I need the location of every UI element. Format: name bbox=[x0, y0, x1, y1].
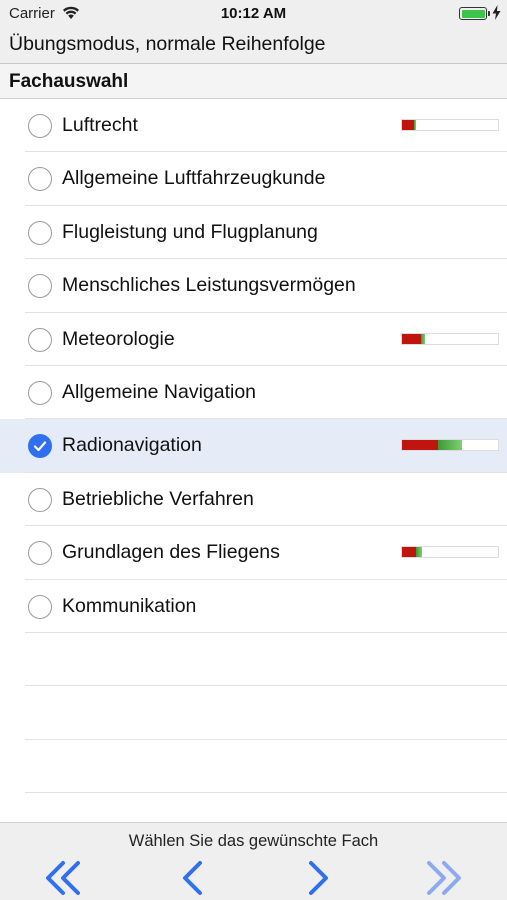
progress-bar bbox=[401, 546, 499, 559]
subject-list: Luftrecht Allgemeine Luftfahrzeugkunde Flu… bbox=[0, 99, 507, 794]
progress-bar bbox=[401, 119, 499, 131]
progress-bar bbox=[401, 439, 499, 452]
radio-checked-icon[interactable] bbox=[28, 434, 52, 459]
chevron-left-icon bbox=[183, 861, 202, 895]
subject-label: Kommunikation bbox=[62, 594, 197, 617]
radio-unchecked-icon[interactable] bbox=[28, 274, 52, 299]
progress-correct-segment bbox=[421, 333, 426, 344]
battery-cap bbox=[488, 11, 490, 16]
progress-wrong-segment bbox=[402, 333, 422, 344]
progress-correct-segment bbox=[438, 440, 463, 451]
subject-label: Betriebliche Verfahren bbox=[62, 487, 254, 510]
subject-row[interactable]: Luftrecht bbox=[0, 99, 507, 153]
section-title: Fachauswahl bbox=[9, 71, 129, 92]
chevron-right-icon bbox=[309, 861, 328, 895]
mode-header: Übungsmodus, normale Reihenfolge bbox=[0, 28, 507, 64]
subject-label: Flugleistung und Flugplanung bbox=[62, 220, 318, 243]
subject-row[interactable]: Allgemeine Navigation bbox=[0, 365, 507, 420]
previous-button[interactable] bbox=[172, 859, 216, 897]
next-button[interactable] bbox=[297, 859, 341, 897]
subject-label: Menschliches Leistungsvermögen bbox=[62, 274, 356, 297]
progress-wrong-segment bbox=[402, 440, 439, 451]
subject-row[interactable]: Betriebliche Verfahren bbox=[0, 472, 507, 527]
hint-text: Wählen Sie das gewünschte Fach bbox=[128, 832, 379, 850]
mode-title: Übungsmodus, normale Reihenfolge bbox=[9, 33, 326, 55]
subject-label: Allgemeine Luftfahrzeugkunde bbox=[62, 167, 326, 190]
radio-unchecked-icon[interactable] bbox=[28, 114, 52, 138]
radio-unchecked-icon[interactable] bbox=[28, 380, 52, 405]
radio-unchecked-icon[interactable] bbox=[28, 327, 52, 352]
subject-row[interactable]: Allgemeine Luftfahrzeugkunde bbox=[0, 152, 507, 207]
radio-unchecked-icon[interactable] bbox=[28, 541, 52, 566]
progress-correct-segment bbox=[413, 120, 417, 130]
empty-row bbox=[0, 686, 507, 741]
subject-row[interactable]: Kommunikation bbox=[0, 579, 507, 634]
bottom-toolbar: Wählen Sie das gewünschte Fach bbox=[0, 822, 507, 900]
subject-row[interactable]: Flugleistung und Flugplanung bbox=[0, 205, 507, 260]
progress-correct-segment bbox=[416, 547, 423, 558]
charging-bolt-icon bbox=[492, 5, 501, 25]
progress-wrong-segment bbox=[402, 120, 414, 130]
double-chevron-left-icon bbox=[46, 861, 80, 895]
empty-row bbox=[0, 740, 507, 794]
progress-wrong-segment bbox=[402, 547, 417, 558]
radio-unchecked-icon[interactable] bbox=[28, 594, 52, 619]
double-chevron-right-icon bbox=[427, 861, 461, 895]
subject-row[interactable]: Menschliches Leistungsvermögen bbox=[0, 259, 507, 313]
subject-row[interactable]: Radionavigation bbox=[0, 419, 507, 474]
first-button[interactable] bbox=[42, 859, 86, 897]
progress-bar bbox=[401, 332, 499, 345]
status-bar: Carrier 10:12 AM bbox=[0, 0, 507, 28]
radio-unchecked-icon[interactable] bbox=[28, 487, 52, 512]
subject-row[interactable]: Grundlagen des Fliegens bbox=[0, 526, 507, 580]
subject-label: Radionavigation bbox=[62, 434, 202, 457]
subject-row[interactable]: Meteorologie bbox=[0, 312, 507, 367]
last-button[interactable] bbox=[421, 859, 465, 897]
battery-icon bbox=[459, 7, 487, 20]
section-header: Fachauswahl bbox=[0, 64, 507, 99]
subject-label: Meteorologie bbox=[62, 327, 175, 350]
subject-label: Grundlagen des Fliegens bbox=[62, 541, 280, 564]
empty-row bbox=[0, 633, 507, 687]
subject-label: Allgemeine Navigation bbox=[62, 380, 257, 403]
status-time: 10:12 AM bbox=[220, 5, 287, 22]
radio-unchecked-icon[interactable] bbox=[28, 220, 52, 245]
subject-label: Luftrecht bbox=[62, 114, 138, 136]
radio-unchecked-icon[interactable] bbox=[28, 167, 52, 192]
